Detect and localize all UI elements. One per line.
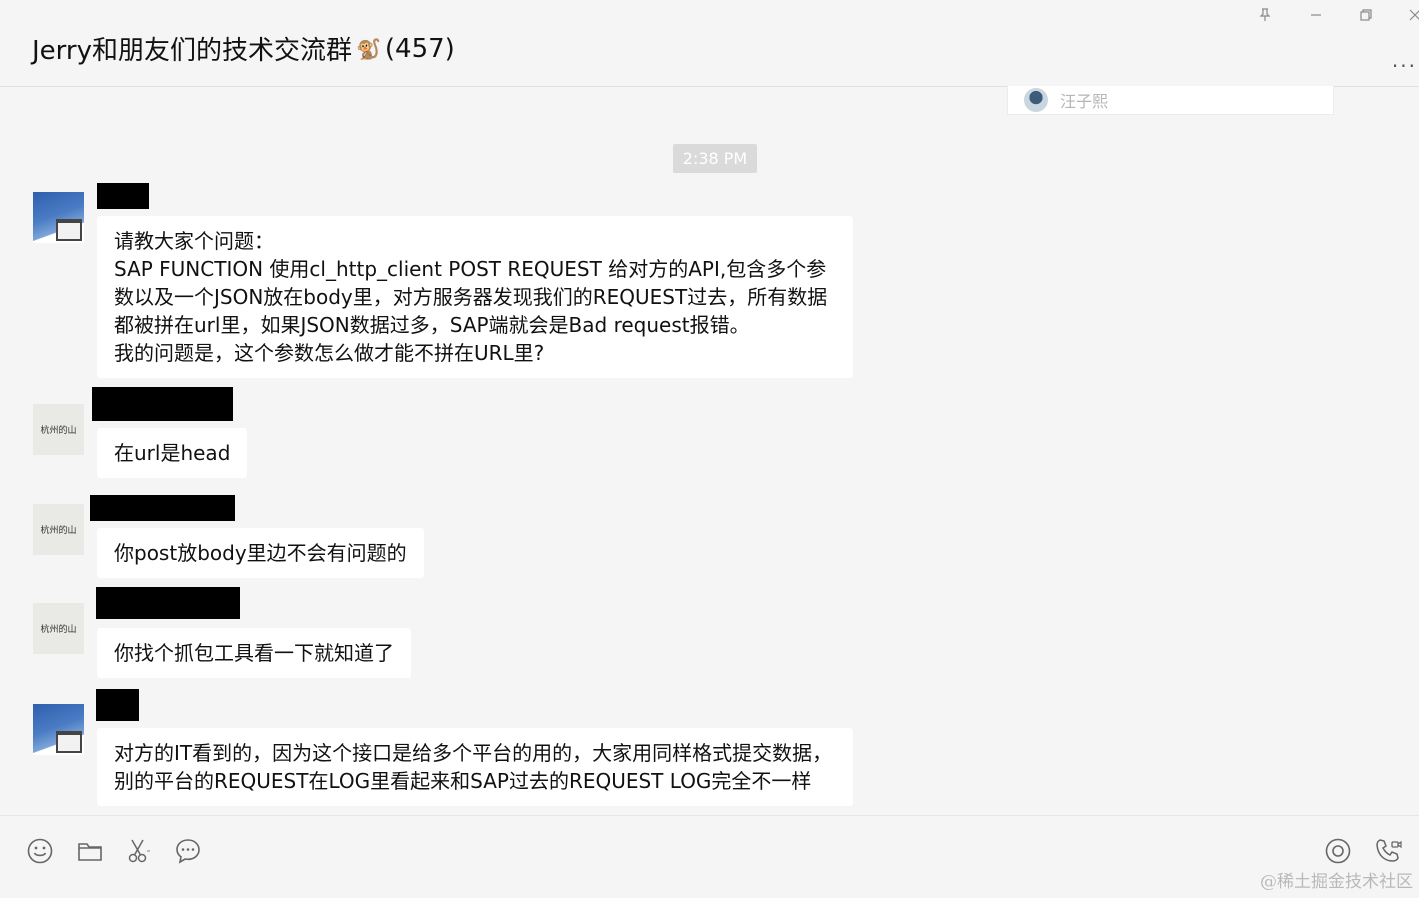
message-bubble[interactable]: 你post放body里边不会有问题的 [97,528,424,578]
message-bubble[interactable]: 请教大家个问题： SAP FUNCTION 使用cl_http_client P… [97,216,853,378]
live-icon[interactable] [1323,836,1353,866]
close-icon[interactable] [1404,4,1419,26]
minimize-icon[interactable] [1305,4,1327,26]
chat-title: Jerry和朋友们的技术交流群 🐒 (457) [32,30,455,67]
chat-messages[interactable]: 2:38 PM 请教大家个问题： SAP FUNCTION 使用cl_http_… [0,88,1419,815]
sender-name-redacted [96,587,240,619]
message-bubble[interactable]: 在url是head [97,428,248,478]
pin-icon[interactable] [1254,4,1276,26]
avatar[interactable]: 杭州的山 [33,504,84,555]
timestamp: 2:38 PM [673,144,757,173]
monkey-emoji-icon: 🐒 [355,36,381,61]
scissors-icon[interactable] [124,836,154,866]
avatar[interactable] [33,192,84,243]
group-name: Jerry和朋友们的技术交流群 [32,36,352,66]
sender-name-redacted [90,495,235,521]
input-toolbar: @稀土掘金技术社区 [0,815,1419,898]
message-bubble[interactable]: 你找个抓包工具看一下就知道了 [97,628,411,678]
avatar[interactable]: 杭州的山 [33,603,84,654]
sender-name-redacted [92,387,233,421]
member-count: (457) [384,33,455,64]
chat-header: Jerry和朋友们的技术交流群 🐒 (457) ... [0,0,1419,87]
restore-icon[interactable] [1355,4,1377,26]
folder-icon[interactable] [75,836,105,866]
sender-name-redacted [96,689,139,721]
more-options-button[interactable]: ... [1392,48,1417,72]
avatar[interactable]: 杭州的山 [33,404,84,455]
chat-history-icon[interactable] [173,836,203,866]
emoji-icon[interactable] [25,836,55,866]
message-bubble[interactable]: 对方的IT看到的，因为这个接口是给多个平台的用的，大家用同样格式提交数据，别的平… [97,728,853,806]
watermark: @稀土掘金技术社区 [1260,872,1413,892]
call-icon[interactable] [1373,836,1403,866]
sender-name-redacted [97,183,149,209]
avatar[interactable] [33,704,84,755]
